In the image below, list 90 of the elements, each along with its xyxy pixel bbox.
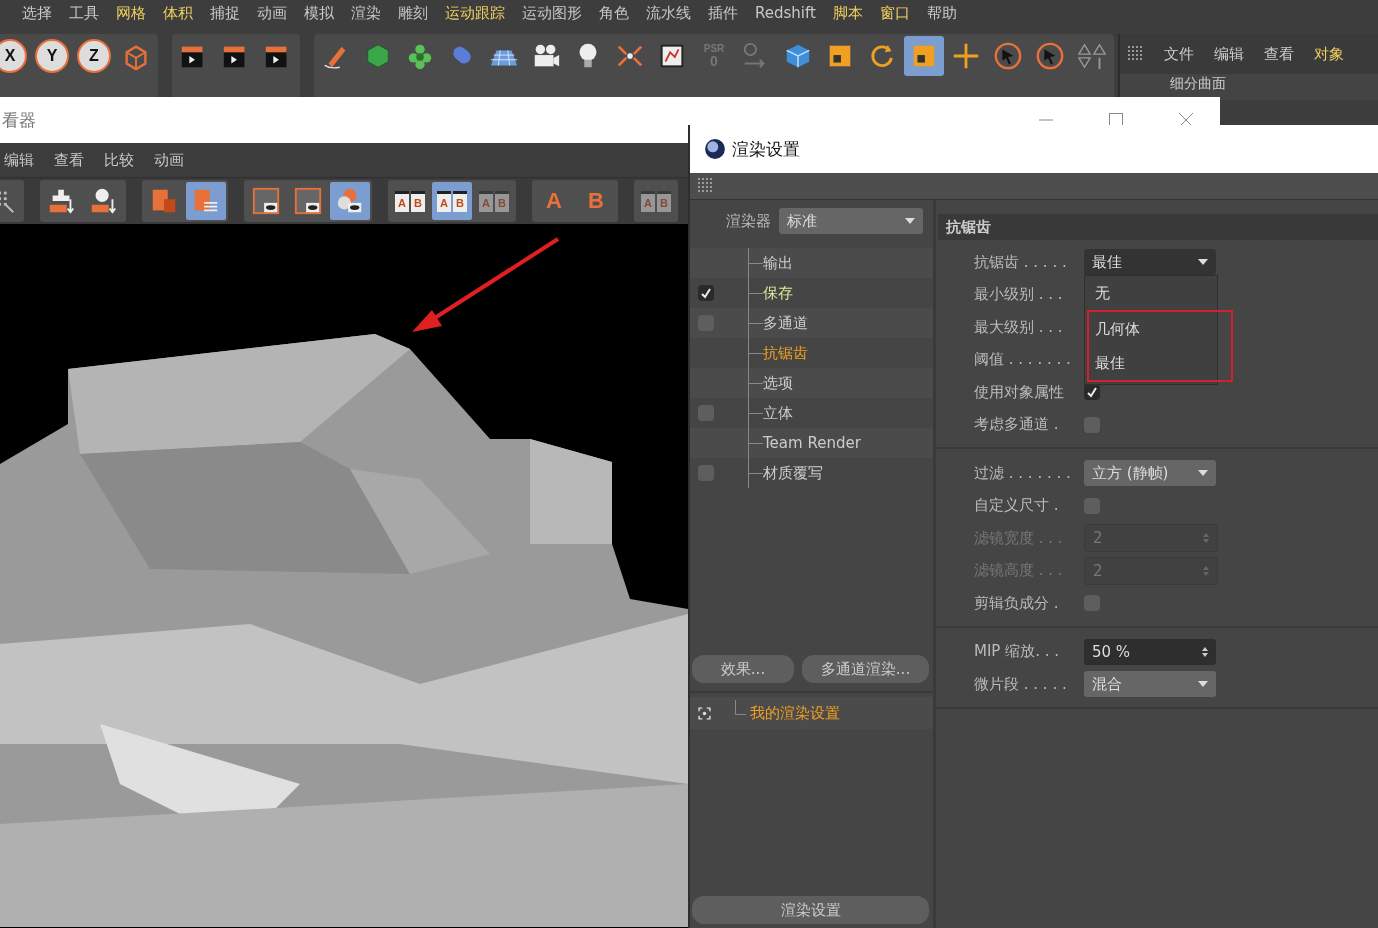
menu-item[interactable]: 查看 <box>1264 44 1294 64</box>
axis-button[interactable]: X <box>0 39 27 73</box>
menu-item[interactable]: 脚本 <box>832 3 863 23</box>
menu-item[interactable]: 动画 <box>257 3 287 23</box>
object-name[interactable]: 细分曲面 <box>1170 75 1226 91</box>
field-label: 最小级别 . . . <box>974 285 1064 305</box>
check-icon <box>700 287 712 299</box>
axis-button[interactable]: Z <box>77 39 111 73</box>
window-title: 渲染设置 <box>732 137 800 161</box>
tree-item[interactable]: 输出 <box>763 253 793 273</box>
frame-eye-icon <box>251 186 281 216</box>
checkbox[interactable] <box>698 285 714 301</box>
renderer-label: 渲染器 <box>726 211 771 231</box>
checkbox[interactable] <box>1084 416 1100 433</box>
spinner-icon[interactable] <box>1202 645 1208 658</box>
field-label: 考虑多通道 . <box>974 415 1060 435</box>
menu-item[interactable]: Redshift <box>755 4 816 22</box>
menu-item[interactable]: 动画 <box>154 150 184 170</box>
menu-option[interactable]: 最佳 <box>1089 346 1231 381</box>
menu-item[interactable]: 窗口 <box>879 3 910 23</box>
menu-item[interactable]: 渲染 <box>351 3 381 23</box>
action-button[interactable]: 效果... <box>692 655 794 683</box>
menu-item[interactable]: 对象 <box>1314 44 1344 64</box>
grip-icon[interactable] <box>1128 46 1144 62</box>
caret-icon <box>1198 470 1208 477</box>
menu-item[interactable]: 查看 <box>54 150 84 170</box>
field-label: 自定义尺寸 . <box>974 496 1060 516</box>
menu-item[interactable]: 雕刻 <box>398 3 428 23</box>
toolbar-button[interactable] <box>904 36 944 76</box>
field-label: MIP 缩放. . . <box>974 642 1061 662</box>
triangles-icon <box>1077 41 1107 71</box>
menu-item[interactable]: 编辑 <box>4 150 34 170</box>
field-label: 阈值 . . . . . . . <box>974 350 1072 370</box>
app-logo-icon <box>704 138 726 160</box>
field-label: 使用对象属性 <box>974 382 1065 402</box>
check-icon <box>1086 386 1098 399</box>
menu-item[interactable]: 工具 <box>69 3 99 23</box>
dropdown[interactable]: 最佳 <box>1084 249 1216 276</box>
caret-icon <box>1198 259 1208 266</box>
compare-button[interactable]: A B <box>390 182 430 220</box>
checkbox[interactable] <box>698 465 714 481</box>
menu-item[interactable]: 帮助 <box>926 3 957 23</box>
renderer-dropdown[interactable]: 标准 <box>779 208 923 234</box>
field-label: 微片段 . . . . . <box>974 674 1068 694</box>
tree-item[interactable]: 立体 <box>763 403 793 423</box>
tree-line <box>735 699 746 715</box>
number-field[interactable]: 50 % <box>1084 638 1216 665</box>
menu-item[interactable]: 运动图形 <box>522 3 582 23</box>
menu-item[interactable]: 插件 <box>708 3 738 23</box>
dropdown[interactable]: 混合 <box>1084 671 1216 698</box>
menu-item[interactable]: 捕捉 <box>210 3 240 23</box>
tree-item[interactable]: 选项 <box>763 373 793 393</box>
menu-item[interactable]: 选择 <box>22 3 52 23</box>
checkbox[interactable] <box>698 405 714 421</box>
cursor-icon <box>993 41 1023 71</box>
field-label: 抗锯齿 . . . . . <box>974 252 1068 272</box>
menu-item[interactable]: 文件 <box>1164 44 1194 64</box>
window-title: 看器 <box>2 108 36 132</box>
menu-option[interactable]: 无 <box>1085 276 1217 311</box>
menu-option[interactable]: 几何体 <box>1089 312 1231 347</box>
menu-item[interactable]: 角色 <box>599 3 629 23</box>
menu-item[interactable]: 体积 <box>163 3 193 23</box>
target-icon <box>698 706 711 720</box>
checkbox[interactable] <box>1084 497 1100 514</box>
caret-icon <box>1198 681 1208 688</box>
grip-icon[interactable] <box>698 178 714 194</box>
field-label: 最大级别 . . . <box>974 317 1064 337</box>
action-button[interactable]: 多通道渲染... <box>802 655 929 683</box>
render-settings-button[interactable]: 渲染设置 <box>692 896 929 924</box>
field-label: 过滤 . . . . . . . <box>974 463 1072 483</box>
menu-item[interactable]: 网格 <box>116 3 146 23</box>
dropdown[interactable]: 立方 (静帧) <box>1084 460 1216 487</box>
tree-item[interactable]: 多通道 <box>763 313 808 333</box>
move-icon <box>951 41 981 71</box>
section-header: 抗锯齿 <box>938 214 1378 240</box>
axis-button[interactable]: Y <box>35 39 69 73</box>
tree-item[interactable]: 保存 <box>763 283 793 303</box>
field-label: 剪辑负成分 . <box>974 593 1060 613</box>
frame-eye-icon <box>293 186 323 216</box>
cursor-icon <box>1035 41 1065 71</box>
tree-item[interactable]: 抗锯齿 <box>763 343 808 363</box>
menu-item[interactable]: 比较 <box>104 150 134 170</box>
compare-button[interactable]: A B <box>432 182 472 220</box>
circle-down-icon <box>89 186 119 216</box>
checkbox[interactable] <box>1084 595 1100 612</box>
menu-item[interactable]: 编辑 <box>1214 44 1244 64</box>
tree-item[interactable]: 材质覆写 <box>763 463 823 483</box>
menu-item[interactable]: 模拟 <box>304 3 334 23</box>
menu-item[interactable]: 流水线 <box>646 3 691 23</box>
menu-item[interactable]: 运动跟踪 <box>445 3 505 23</box>
